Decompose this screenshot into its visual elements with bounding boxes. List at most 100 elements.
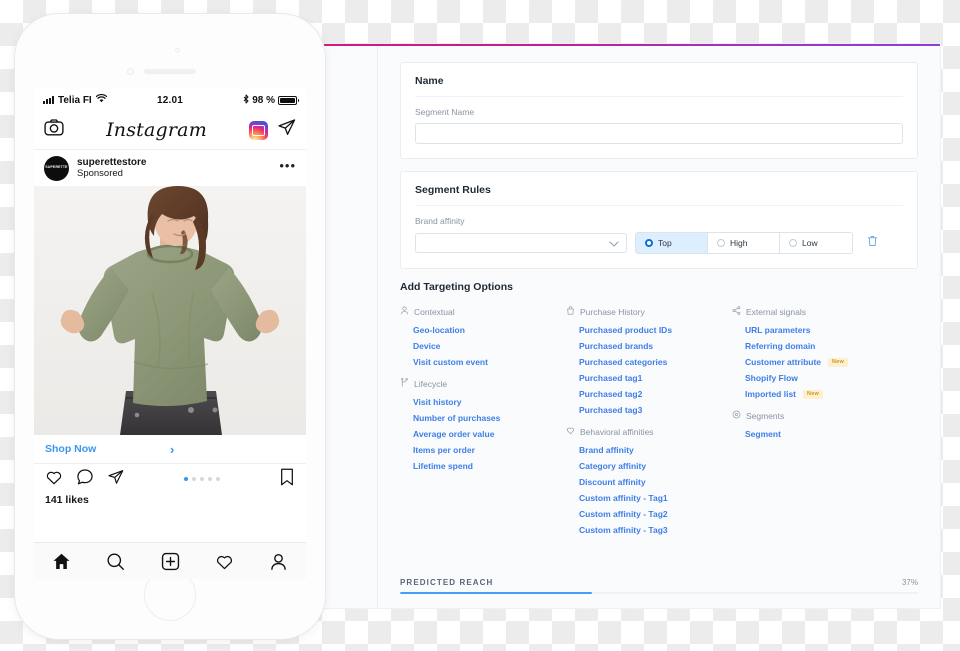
option-purchased-tag1[interactable]: Purchased tag1 bbox=[566, 370, 732, 386]
affinity-level-radio-group[interactable]: Top High Low bbox=[635, 232, 853, 254]
group-heading: Segments bbox=[746, 410, 785, 421]
option-purchased-brands[interactable]: Purchased brands bbox=[566, 338, 732, 354]
tab-add[interactable] bbox=[143, 552, 197, 571]
option-label: Device bbox=[413, 341, 441, 351]
bag-icon bbox=[566, 306, 575, 317]
option-label: Average order value bbox=[413, 429, 495, 439]
option-label: Custom affinity - Tag2 bbox=[579, 509, 668, 519]
tab-activity[interactable] bbox=[197, 552, 251, 571]
segment-builder-panel: Name Segment Name Segment Rules Brand af… bbox=[305, 44, 940, 608]
cellular-bars-icon bbox=[43, 96, 54, 104]
radio-indicator bbox=[789, 239, 797, 247]
option-label: Customer attribute bbox=[745, 357, 822, 367]
target-icon bbox=[732, 410, 741, 421]
segment-name-label: Segment Name bbox=[415, 107, 475, 117]
tab-home[interactable] bbox=[34, 552, 88, 571]
option-shopify-flow[interactable]: Shopify Flow bbox=[732, 370, 898, 386]
option-label: Purchased brands bbox=[579, 341, 654, 351]
radio-label: Top bbox=[658, 238, 672, 248]
radio-option-top[interactable]: Top bbox=[636, 233, 708, 253]
option-average-order-value[interactable]: Average order value bbox=[400, 426, 566, 442]
option-label: Segment bbox=[745, 429, 781, 439]
option-referring-domain[interactable]: Referring domain bbox=[732, 338, 898, 354]
new-badge: New bbox=[803, 389, 823, 399]
camera-icon[interactable] bbox=[44, 118, 64, 143]
brand-affinity-select[interactable] bbox=[415, 233, 627, 253]
name-card: Name Segment Name bbox=[400, 62, 918, 159]
chevron-right-icon: › bbox=[170, 441, 175, 457]
targeting-column-3: External signals URL parameters Referrin… bbox=[732, 306, 898, 546]
group-behavioral-affinities: Behavioral affinities Brand affinity Cat… bbox=[566, 426, 732, 538]
option-label: Number of purchases bbox=[413, 413, 501, 423]
avatar[interactable]: SUPERETTE bbox=[44, 155, 69, 181]
tab-search[interactable] bbox=[88, 552, 142, 571]
option-number-of-purchases[interactable]: Number of purchases bbox=[400, 410, 566, 426]
option-label: Referring domain bbox=[745, 341, 816, 351]
instagram-header: Instagram bbox=[34, 111, 306, 150]
comment-bubble-icon[interactable] bbox=[76, 468, 94, 491]
predicted-reach-label: PREDICTED REACH bbox=[400, 577, 494, 587]
option-label: Brand affinity bbox=[579, 445, 634, 455]
radio-option-low[interactable]: Low bbox=[780, 233, 852, 253]
option-items-per-order[interactable]: Items per order bbox=[400, 442, 566, 458]
option-category-affinity[interactable]: Category affinity bbox=[566, 458, 732, 474]
bookmark-icon[interactable] bbox=[279, 468, 295, 491]
phone-screen: Telia FI 12.01 98 % Instagram SUPERETTE … bbox=[34, 89, 306, 579]
option-purchased-categories[interactable]: Purchased categories bbox=[566, 354, 732, 370]
group-lifecycle: Lifecycle Visit history Number of purcha… bbox=[400, 378, 566, 474]
option-segment[interactable]: Segment bbox=[732, 426, 898, 442]
option-custom-affinity-tag2[interactable]: Custom affinity - Tag2 bbox=[566, 506, 732, 522]
post-actions bbox=[34, 464, 306, 494]
option-lifetime-spend[interactable]: Lifetime spend bbox=[400, 458, 566, 474]
segment-name-input[interactable] bbox=[415, 123, 903, 144]
clock-label: 12.01 bbox=[156, 94, 184, 106]
predicted-reach-track bbox=[400, 591, 918, 594]
option-label: Purchased product IDs bbox=[579, 325, 673, 335]
option-label: URL parameters bbox=[745, 325, 811, 335]
option-custom-affinity-tag3[interactable]: Custom affinity - Tag3 bbox=[566, 522, 732, 538]
option-visit-history[interactable]: Visit history bbox=[400, 394, 566, 410]
segment-rules-title: Segment Rules bbox=[415, 184, 491, 196]
option-imported-list[interactable]: Imported list New bbox=[732, 386, 898, 402]
option-purchased-tag3[interactable]: Purchased tag3 bbox=[566, 402, 732, 418]
igtv-icon[interactable] bbox=[249, 120, 268, 140]
shop-now-label: Shop Now bbox=[45, 443, 97, 455]
option-geo-location[interactable]: Geo-location bbox=[400, 322, 566, 338]
post-username[interactable]: superettestore bbox=[77, 157, 271, 169]
instagram-logo: Instagram bbox=[106, 119, 207, 141]
group-heading: External signals bbox=[746, 306, 807, 317]
option-url-parameters[interactable]: URL parameters bbox=[732, 322, 898, 338]
option-label: Visit custom event bbox=[413, 357, 488, 367]
option-discount-affinity[interactable]: Discount affinity bbox=[566, 474, 732, 490]
option-label: Custom affinity - Tag3 bbox=[579, 525, 668, 535]
post-header: SUPERETTE superettestore Sponsored ••• bbox=[34, 150, 306, 186]
more-options-icon[interactable]: ••• bbox=[279, 159, 296, 172]
option-label: Lifetime spend bbox=[413, 461, 473, 471]
option-brand-affinity[interactable]: Brand affinity bbox=[566, 442, 732, 458]
option-device[interactable]: Device bbox=[400, 338, 566, 354]
predicted-reach-fill bbox=[400, 591, 592, 594]
option-label: Discount affinity bbox=[579, 477, 646, 487]
shop-now-cta[interactable]: Shop Now › bbox=[34, 435, 306, 464]
new-badge: New bbox=[828, 357, 848, 367]
option-purchased-product-ids[interactable]: Purchased product IDs bbox=[566, 322, 732, 338]
group-contextual: Contextual Geo-location Device Visit cus… bbox=[400, 306, 566, 370]
heart-icon[interactable] bbox=[45, 468, 63, 491]
share-icon[interactable] bbox=[107, 468, 124, 490]
group-heading: Lifecycle bbox=[414, 378, 448, 389]
direct-message-icon[interactable] bbox=[277, 118, 296, 142]
targeting-column-1: Contextual Geo-location Device Visit cus… bbox=[400, 306, 566, 546]
option-purchased-tag2[interactable]: Purchased tag2 bbox=[566, 386, 732, 402]
radio-indicator bbox=[645, 239, 653, 247]
post-image bbox=[34, 186, 306, 435]
tab-profile[interactable] bbox=[252, 552, 306, 571]
option-customer-attribute[interactable]: Customer attribute New bbox=[732, 354, 898, 370]
trash-icon[interactable] bbox=[867, 234, 878, 252]
option-visit-custom-event[interactable]: Visit custom event bbox=[400, 354, 566, 370]
battery-percent-label: 98 % bbox=[252, 94, 275, 106]
option-label: Geo-location bbox=[413, 325, 465, 335]
radio-option-high[interactable]: High bbox=[708, 233, 780, 253]
likes-count: 141 likes bbox=[34, 494, 306, 506]
option-custom-affinity-tag1[interactable]: Custom affinity - Tag1 bbox=[566, 490, 732, 506]
add-targeting-options-title: Add Targeting Options bbox=[400, 281, 513, 293]
